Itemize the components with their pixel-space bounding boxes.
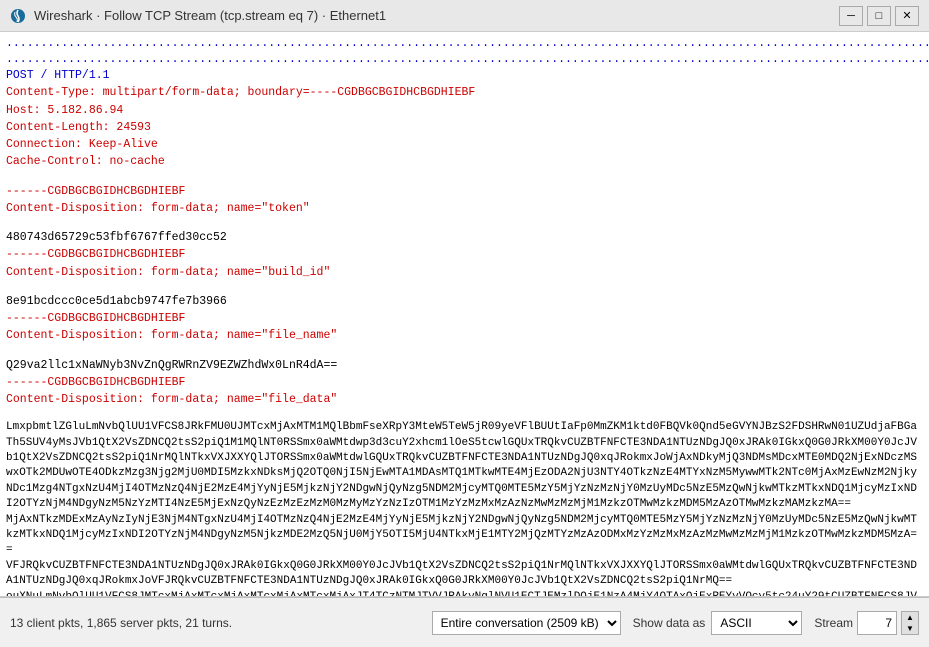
file-name-value: Q29va2llc1xNaWNyb3NvZnQgRWRnZV9EZWZhdWx0… <box>6 357 923 374</box>
close-button[interactable]: ✕ <box>895 6 919 26</box>
maximize-button[interactable]: □ <box>867 6 891 26</box>
disposition-2: Content-Disposition: form-data; name="bu… <box>6 264 923 281</box>
data-block-4: ouXNuLmNvbQlUU1VFCS8JMTcxMjAxMTcxMjAxMTc… <box>6 590 923 597</box>
disposition-3: Content-Disposition: form-data; name="fi… <box>6 327 923 344</box>
boundary-1: ------CGDBGCBGIDHCBGDHIEBF <box>6 183 923 200</box>
content-area: ........................................… <box>0 32 929 597</box>
header-host: Host: 5.182.86.94 <box>6 102 923 119</box>
header-cache-control: Cache-Control: no-cache <box>6 153 923 170</box>
header-connection: Connection: Keep-Alive <box>6 136 923 153</box>
stream-label: Stream <box>814 616 853 630</box>
boundary-2: ------CGDBGCBGIDHCBGDHIEBF <box>6 246 923 263</box>
show-data-dropdown[interactable]: ASCII HEX Dump C Arrays Raw <box>711 611 802 635</box>
dots-row-1: ........................................… <box>6 36 923 52</box>
stream-down-button[interactable]: ▼ <box>902 623 918 634</box>
data-block: LmxpbmtlZGluLmNvbQlUU1VFCS8JRkFMU0UJMTcx… <box>6 420 923 512</box>
disposition-4: Content-Disposition: form-data; name="fi… <box>6 391 923 408</box>
header-content-type: Content-Type: multipart/form-data; bound… <box>6 84 923 101</box>
minimize-button[interactable]: ─ <box>839 6 863 26</box>
window-title: Wireshark · Follow TCP Stream (tcp.strea… <box>34 8 386 23</box>
wireshark-icon <box>10 8 26 24</box>
show-data-label: Show data as <box>633 616 706 630</box>
conversation-dropdown[interactable]: Entire conversation (2509 kB) <box>432 611 621 635</box>
build-id-value: 8e91bcdccc0ce5d1abcb9747fe7b3966 <box>6 293 923 310</box>
disposition-1: Content-Disposition: form-data; name="to… <box>6 200 923 217</box>
dots-row-2: ........................................… <box>6 52 923 84</box>
bottom-bar: 13 client pkts, 1,865 server pkts, 21 tu… <box>0 597 929 647</box>
data-block-3: VFJRQkvCUZBTFNFCTE3NDA1NTUzNDgJQ0xJRAk0I… <box>6 559 923 590</box>
stream-up-button[interactable]: ▲ <box>902 612 918 623</box>
token-value: 480743d65729c53fbf6767ffed30cc52 <box>6 229 923 246</box>
boundary-3: ------CGDBGCBGIDHCBGDHIEBF <box>6 310 923 327</box>
data-block-2: MjAxNTkzMDExMzAyNzIyNjE3NjM4NTgxNzU4MjI4… <box>6 513 923 559</box>
status-text: 13 client pkts, 1,865 server pkts, 21 tu… <box>10 616 232 630</box>
header-content-length: Content-Length: 24593 <box>6 119 923 136</box>
title-bar: Wireshark · Follow TCP Stream (tcp.strea… <box>0 0 929 32</box>
boundary-4: ------CGDBGCBGIDHCBGDHIEBF <box>6 374 923 391</box>
stream-input[interactable] <box>857 611 897 635</box>
